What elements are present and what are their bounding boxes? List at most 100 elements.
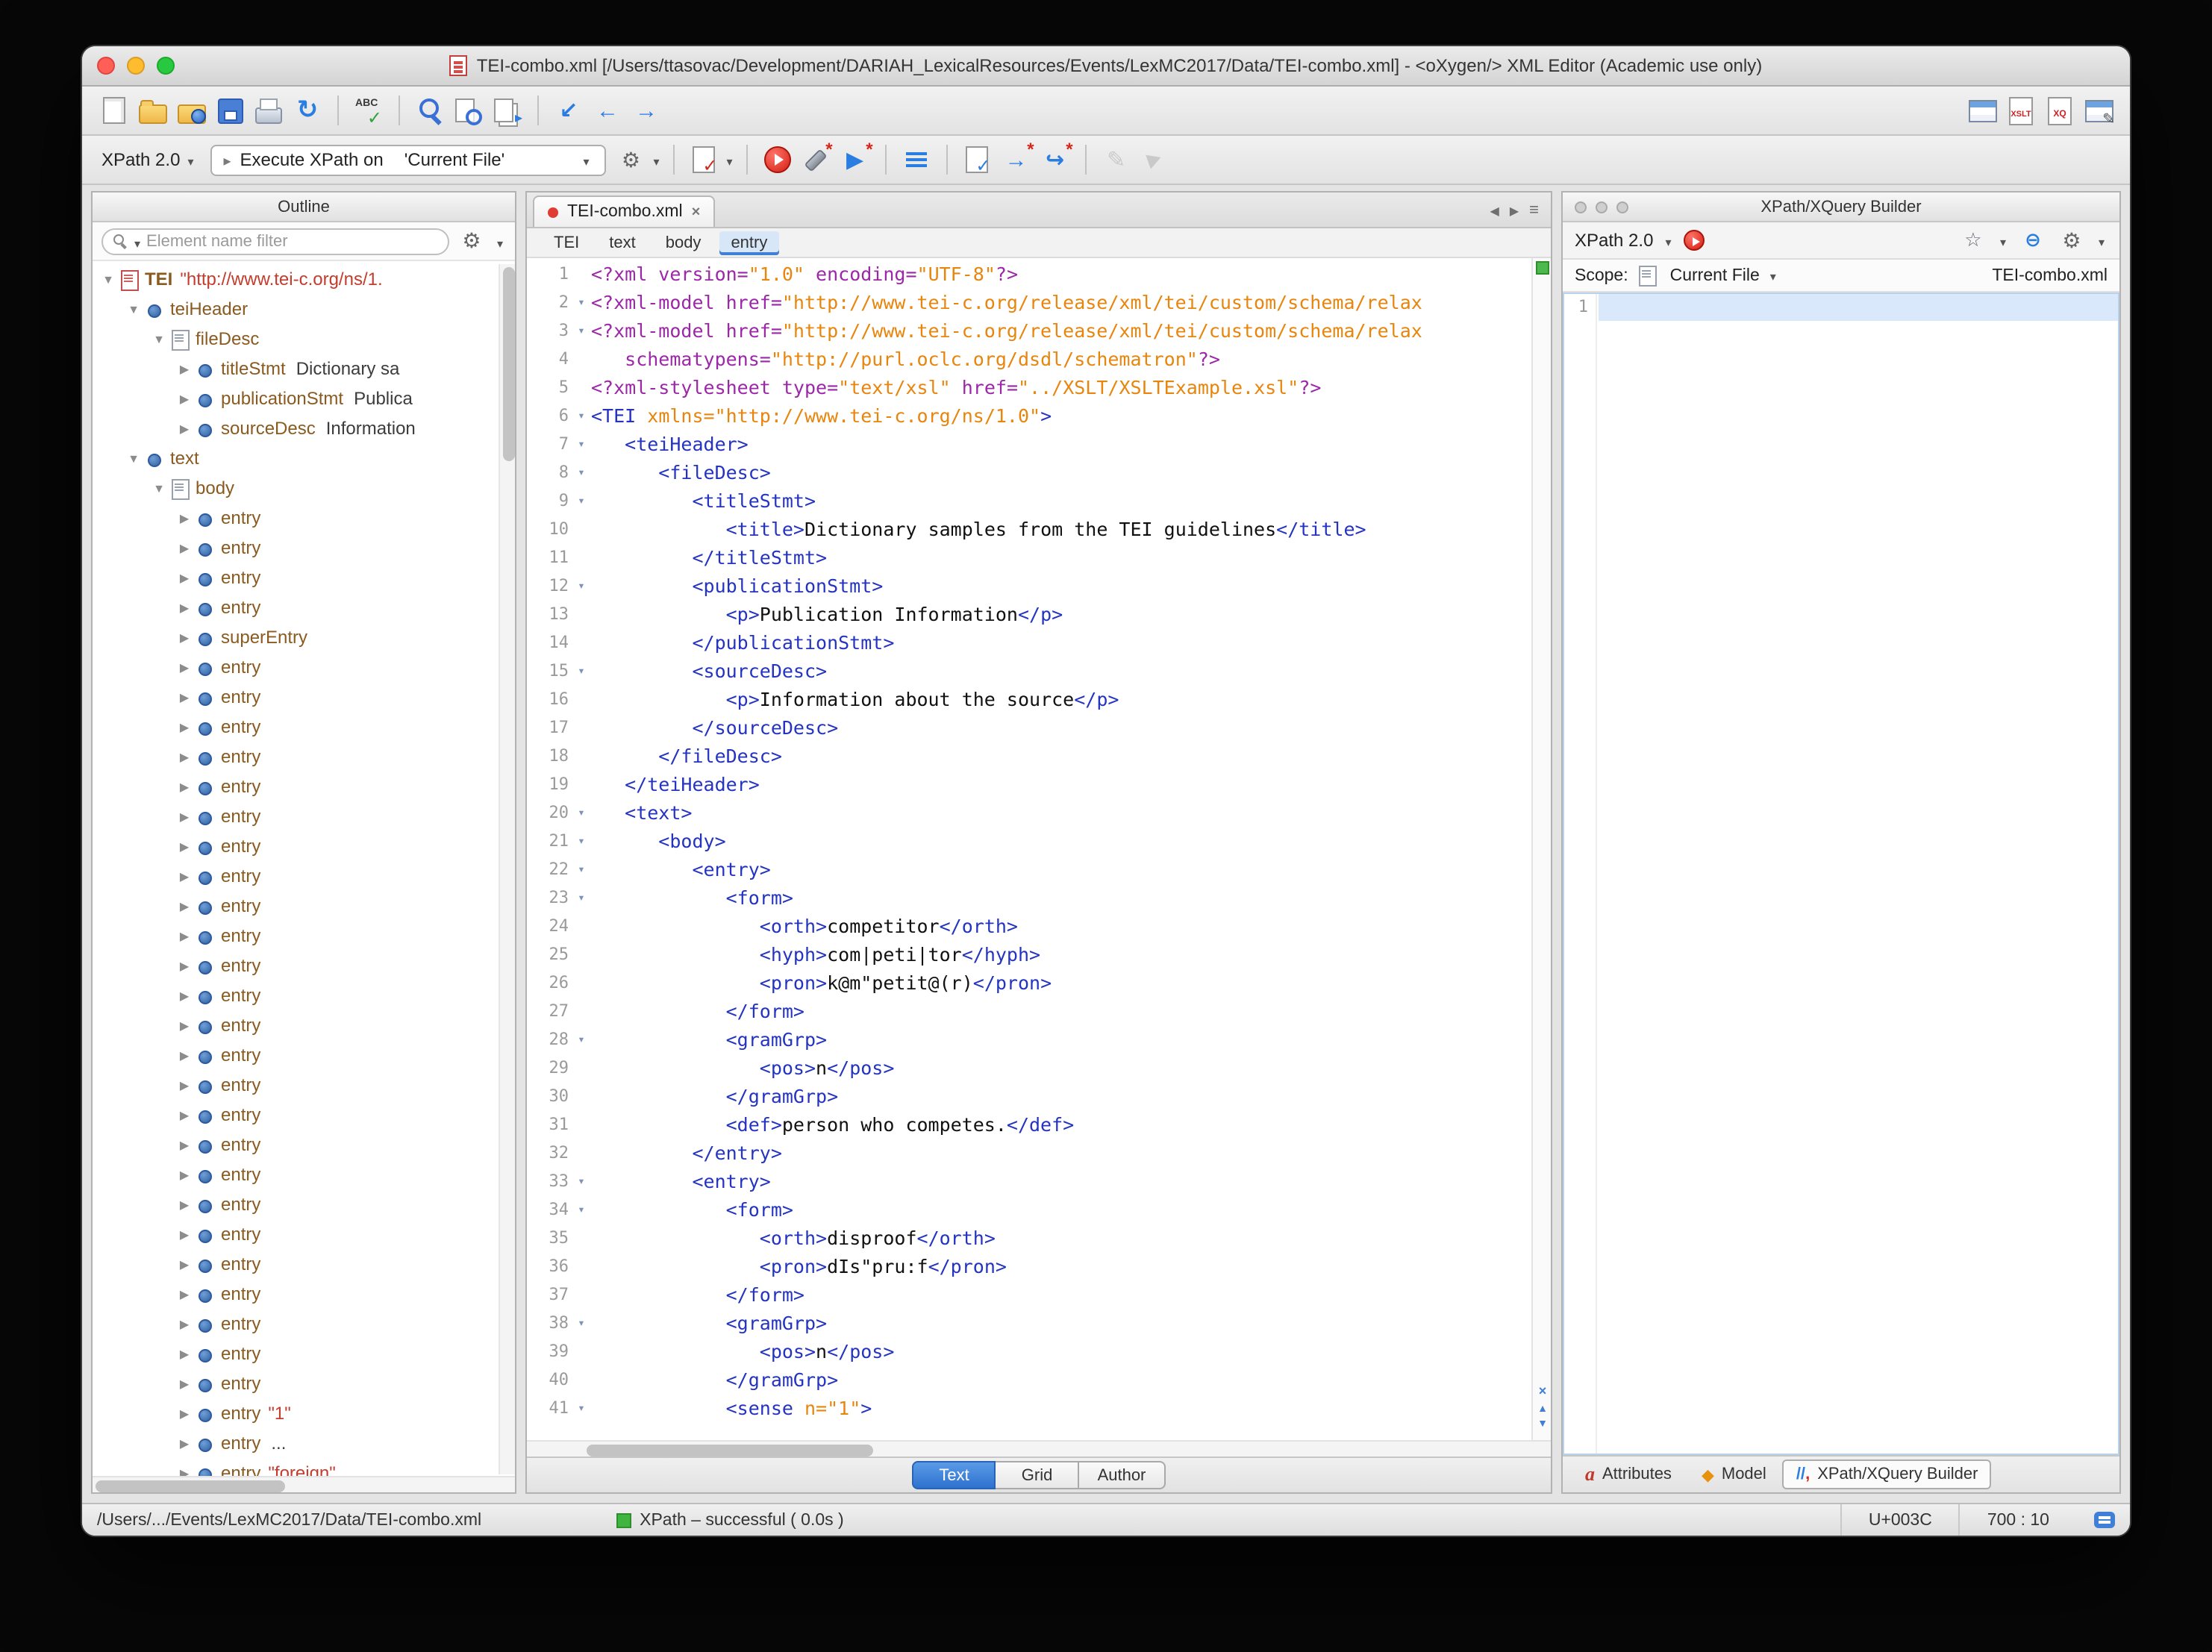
find-icon[interactable] [412, 93, 448, 128]
xpath-expression-editor[interactable]: 1 [1563, 292, 2119, 1455]
disclosure-closed-icon[interactable]: ▶ [175, 780, 194, 793]
outline-node[interactable]: ▶entry [93, 861, 515, 891]
disclosure-open-icon[interactable]: ▼ [124, 451, 143, 465]
debug-scenario-icon[interactable]: ▶ [837, 142, 873, 178]
fold-toggle-icon[interactable]: ▾ [572, 657, 591, 685]
outline-node[interactable]: ▶entry [93, 1130, 515, 1160]
outline-node[interactable]: ▶sourceDescInformation [93, 413, 515, 443]
outline-node[interactable]: ▶entry [93, 1219, 515, 1249]
outline-node[interactable]: ▶entry"1" [93, 1398, 515, 1428]
minimize-window-button[interactable] [127, 57, 145, 75]
disclosure-closed-icon[interactable]: ▶ [175, 571, 194, 584]
disclosure-closed-icon[interactable]: ▶ [175, 929, 194, 942]
xpath-settings-gear-icon[interactable]: ⚙ [613, 142, 649, 178]
code-line[interactable]: 30 </gramGrp> [527, 1082, 1531, 1110]
outline-node[interactable]: ▶entry [93, 682, 515, 712]
disclosure-closed-icon[interactable]: ▶ [175, 1227, 194, 1241]
mode-tab-text[interactable]: Text [913, 1461, 996, 1489]
code-area[interactable]: 1<?xml version="1.0" encoding="UTF-8"?>2… [527, 258, 1551, 1440]
outline-node[interactable]: ▶entry [93, 951, 515, 980]
outline-node[interactable]: ▶titleStmtDictionary sa [93, 354, 515, 384]
disclosure-closed-icon[interactable]: ▶ [175, 1287, 194, 1301]
outline-node[interactable]: ▼TEI"http://www.tei-c.org/ns/1. [93, 264, 515, 294]
code-line[interactable]: 21▾ <body> [527, 827, 1531, 855]
code-line[interactable]: 17 </sourceDesc> [527, 713, 1531, 742]
outline-node[interactable]: ▶entry [93, 1368, 515, 1398]
disclosure-closed-icon[interactable]: ▶ [175, 1317, 194, 1330]
fold-toggle-icon[interactable]: ▾ [572, 401, 591, 430]
disclosure-open-icon[interactable]: ▼ [124, 302, 143, 316]
fold-toggle-icon[interactable]: ▾ [572, 1025, 591, 1054]
code-line[interactable]: 32 </entry> [527, 1139, 1531, 1167]
code-line[interactable]: 20▾ <text> [527, 798, 1531, 827]
debug-xquery-icon[interactable] [2042, 93, 2078, 128]
code-line[interactable]: 41▾ <sense n="1"> [527, 1394, 1531, 1422]
outline-node[interactable]: ▶entry [93, 1279, 515, 1309]
disclosure-closed-icon[interactable]: ▶ [175, 690, 194, 704]
disclosure-open-icon[interactable]: ▼ [149, 481, 169, 495]
disclosure-closed-icon[interactable]: ▶ [175, 959, 194, 972]
disclosure-closed-icon[interactable]: ▶ [175, 1466, 194, 1476]
find-next-icon[interactable] [490, 93, 525, 128]
disclosure-closed-icon[interactable]: ▶ [175, 720, 194, 733]
outline-node[interactable]: ▶entry [93, 1160, 515, 1189]
code-line[interactable]: 16 <p>Information about the source</p> [527, 685, 1531, 713]
debug-xslt-icon[interactable] [2003, 93, 2039, 128]
fold-toggle-icon[interactable]: ▾ [572, 798, 591, 827]
outline-node[interactable]: ▶entry [93, 712, 515, 742]
disclosure-closed-icon[interactable]: ▶ [175, 1436, 194, 1450]
open-folder-icon[interactable] [134, 93, 170, 128]
save-icon[interactable] [212, 93, 248, 128]
configure-transform-icon[interactable] [799, 142, 834, 178]
tab-scroll-right-icon[interactable]: ▶ [1510, 204, 1519, 217]
outline-node[interactable]: ▶entry [93, 1249, 515, 1279]
breadcrumb-item-body[interactable]: body [654, 231, 713, 254]
outline-node[interactable]: ▶entry [93, 503, 515, 533]
code-line[interactable]: 3▾<?xml-model href="http://www.tei-c.org… [527, 316, 1531, 345]
code-line[interactable]: 13 <p>Publication Information</p> [527, 600, 1531, 628]
fold-toggle-icon[interactable]: ▾ [572, 827, 591, 855]
disclosure-closed-icon[interactable]: ▶ [175, 1048, 194, 1062]
open-url-icon[interactable] [173, 93, 209, 128]
outline-node[interactable]: ▶entry [93, 1189, 515, 1219]
panel-zoom-icon[interactable] [1616, 201, 1628, 213]
disclosure-closed-icon[interactable]: ▶ [175, 1198, 194, 1211]
fold-toggle-icon[interactable]: ▾ [572, 1195, 591, 1224]
code-line[interactable]: 40 </gramGrp> [527, 1365, 1531, 1394]
outline-node[interactable]: ▶entry"foreign" [93, 1458, 515, 1476]
fold-toggle-icon[interactable]: ▾ [572, 1167, 591, 1195]
outline-node[interactable]: ▶entry [93, 980, 515, 1010]
outline-node[interactable]: ▶entry [93, 921, 515, 951]
disclosure-closed-icon[interactable]: ▶ [175, 989, 194, 1002]
code-line[interactable]: 11 </titleStmt> [527, 543, 1531, 572]
code-line[interactable]: 35 <orth>disproof</orth> [527, 1224, 1531, 1252]
outline-node[interactable]: ▼body [93, 473, 515, 503]
disclosure-closed-icon[interactable]: ▶ [175, 839, 194, 853]
disclosure-closed-icon[interactable]: ▶ [175, 660, 194, 674]
fold-toggle-icon[interactable]: ▾ [572, 458, 591, 486]
nav-back-icon[interactable]: ← [590, 93, 625, 128]
outline-vertical-scrollbar[interactable] [499, 264, 515, 1474]
code-line[interactable]: 37 </form> [527, 1280, 1531, 1309]
code-line[interactable]: 27 </form> [527, 997, 1531, 1025]
disclosure-closed-icon[interactable]: ▶ [175, 1347, 194, 1360]
disclosure-closed-icon[interactable]: ▶ [175, 511, 194, 525]
scope-value[interactable]: Current File [1670, 266, 1760, 284]
fold-toggle-icon[interactable]: ▾ [572, 288, 591, 316]
nav-forward-icon[interactable]: → [628, 93, 664, 128]
format-indent-icon[interactable] [899, 142, 934, 178]
code-line[interactable]: 19 </teiHeader> [527, 770, 1531, 798]
disclosure-closed-icon[interactable]: ▶ [175, 422, 194, 435]
code-line[interactable]: 4 schematypens="http://purl.oclc.org/dsd… [527, 345, 1531, 373]
history-icon[interactable] [2019, 222, 2046, 258]
next-marker-icon[interactable]: ▼ [1533, 1419, 1552, 1430]
code-line[interactable]: 39 <pos>n</pos> [527, 1337, 1531, 1365]
disclosure-closed-icon[interactable]: ▶ [175, 362, 194, 375]
outline-node[interactable]: ▶entry [93, 831, 515, 861]
code-line[interactable]: 22▾ <entry> [527, 855, 1531, 883]
disclosure-closed-icon[interactable]: ▶ [175, 1377, 194, 1390]
panel-tab-builder[interactable]: //XPath/XQuery Builder [1783, 1459, 1992, 1489]
code-line[interactable]: 7▾ <teiHeader> [527, 430, 1531, 458]
code-line[interactable]: 9▾ <titleStmt> [527, 486, 1531, 515]
goto-definition-icon[interactable]: → [999, 142, 1034, 178]
